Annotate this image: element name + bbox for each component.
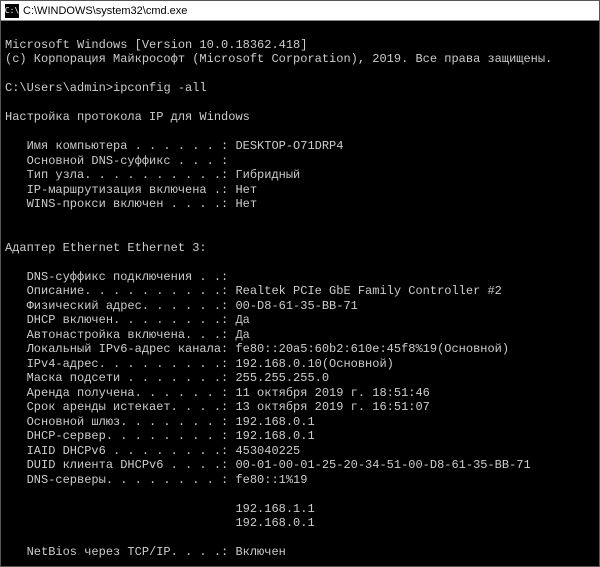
adapter-row: Описание. . . . . . . . . .: Realtek PCI… [5,284,502,298]
adapter-row: DNS-серверы. . . . . . . . : fe80::1%19 [5,473,307,487]
netbios-row: NetBios через TCP/IP. . . .: Включен [5,545,595,560]
adapter-row: DNS-суффикс подключения . .: [5,270,235,284]
adapter-row: Локальный IPv6-адрес канала: fe80::20a5:… [5,342,509,356]
section-title: Настройка протокола IP для Windows [5,110,250,124]
cmd-window: C:\ C:\WINDOWS\system32\cmd.exe Microsof… [0,0,600,567]
global-row: Имя компьютера . . . . . . : DESKTOP-O71… [5,139,343,153]
global-row: Основной DNS-суффикс . . . : [5,154,235,168]
global-row: Тип узла. . . . . . . . . .: Гибридный [5,168,300,182]
adapter-row: Срок аренды истекает. . . .: 13 октября … [5,400,430,414]
global-settings-block: Имя компьютера . . . . . . : DESKTOP-O71… [5,139,595,212]
adapter-row: DHCP включен. . . . . . . .: Да [5,313,250,327]
adapter-settings-block: DNS-суффикс подключения . .: Описание. .… [5,270,595,488]
blank [5,255,12,269]
prompt-path: C:\Users\admin> [5,81,113,95]
prompt-line: C:\Users\admin>ipconfig -all [5,81,207,95]
cmd-icon: C:\ [5,4,19,18]
adapter-row: DUID клиента DHCPv6 . . . .: 00-01-00-01… [5,458,531,472]
prompt-command: ipconfig -all [113,81,207,95]
header-line-2: (c) Корпорация Майкрософт (Microsoft Cor… [5,52,552,66]
window-title: C:\WINDOWS\system32\cmd.exe [23,5,187,17]
adapter-row: Физический адрес. . . . . .: 00-D8-61-35… [5,299,358,313]
adapter-row: Основной шлюз. . . . . . . : 192.168.0.1 [5,415,315,429]
header-line-1: Microsoft Windows [Version 10.0.18362.41… [5,38,307,52]
global-row: WINS-прокси включен . . . .: Нет [5,197,257,211]
netbios-line: NetBios через TCP/IP. . . .: Включен [5,545,286,559]
adapter-row: DHCP-сервер. . . . . . . . : 192.168.0.1 [5,429,315,443]
blank [5,96,12,110]
adapter-row: Автонастройка включена. . .: Да [5,328,250,342]
dns-extra-value: 192.168.0.1 [5,516,315,530]
blank [5,226,12,240]
adapter-row: Аренда получена. . . . . . : 11 октября … [5,386,430,400]
dns-extra-value: 192.168.1.1 [5,502,315,516]
blank [5,125,12,139]
blank [5,67,12,81]
global-row: IP-маршрутизация включена .: Нет [5,183,257,197]
adapter-row: Маска подсети . . . . . . .: 255.255.255… [5,371,329,385]
terminal-output[interactable]: Microsoft Windows [Version 10.0.18362.41… [1,21,599,566]
window-titlebar[interactable]: C:\ C:\WINDOWS\system32\cmd.exe [1,1,599,21]
dns-extra-block: 192.168.1.1 192.168.0.1 [5,502,595,531]
adapter-title: Адаптер Ethernet Ethernet 3: [5,241,207,255]
adapter-row: IPv4-адрес. . . . . . . . .: 192.168.0.1… [5,357,394,371]
adapter-row: IAID DHCPv6 . . . . . . . .: 453040225 [5,444,300,458]
